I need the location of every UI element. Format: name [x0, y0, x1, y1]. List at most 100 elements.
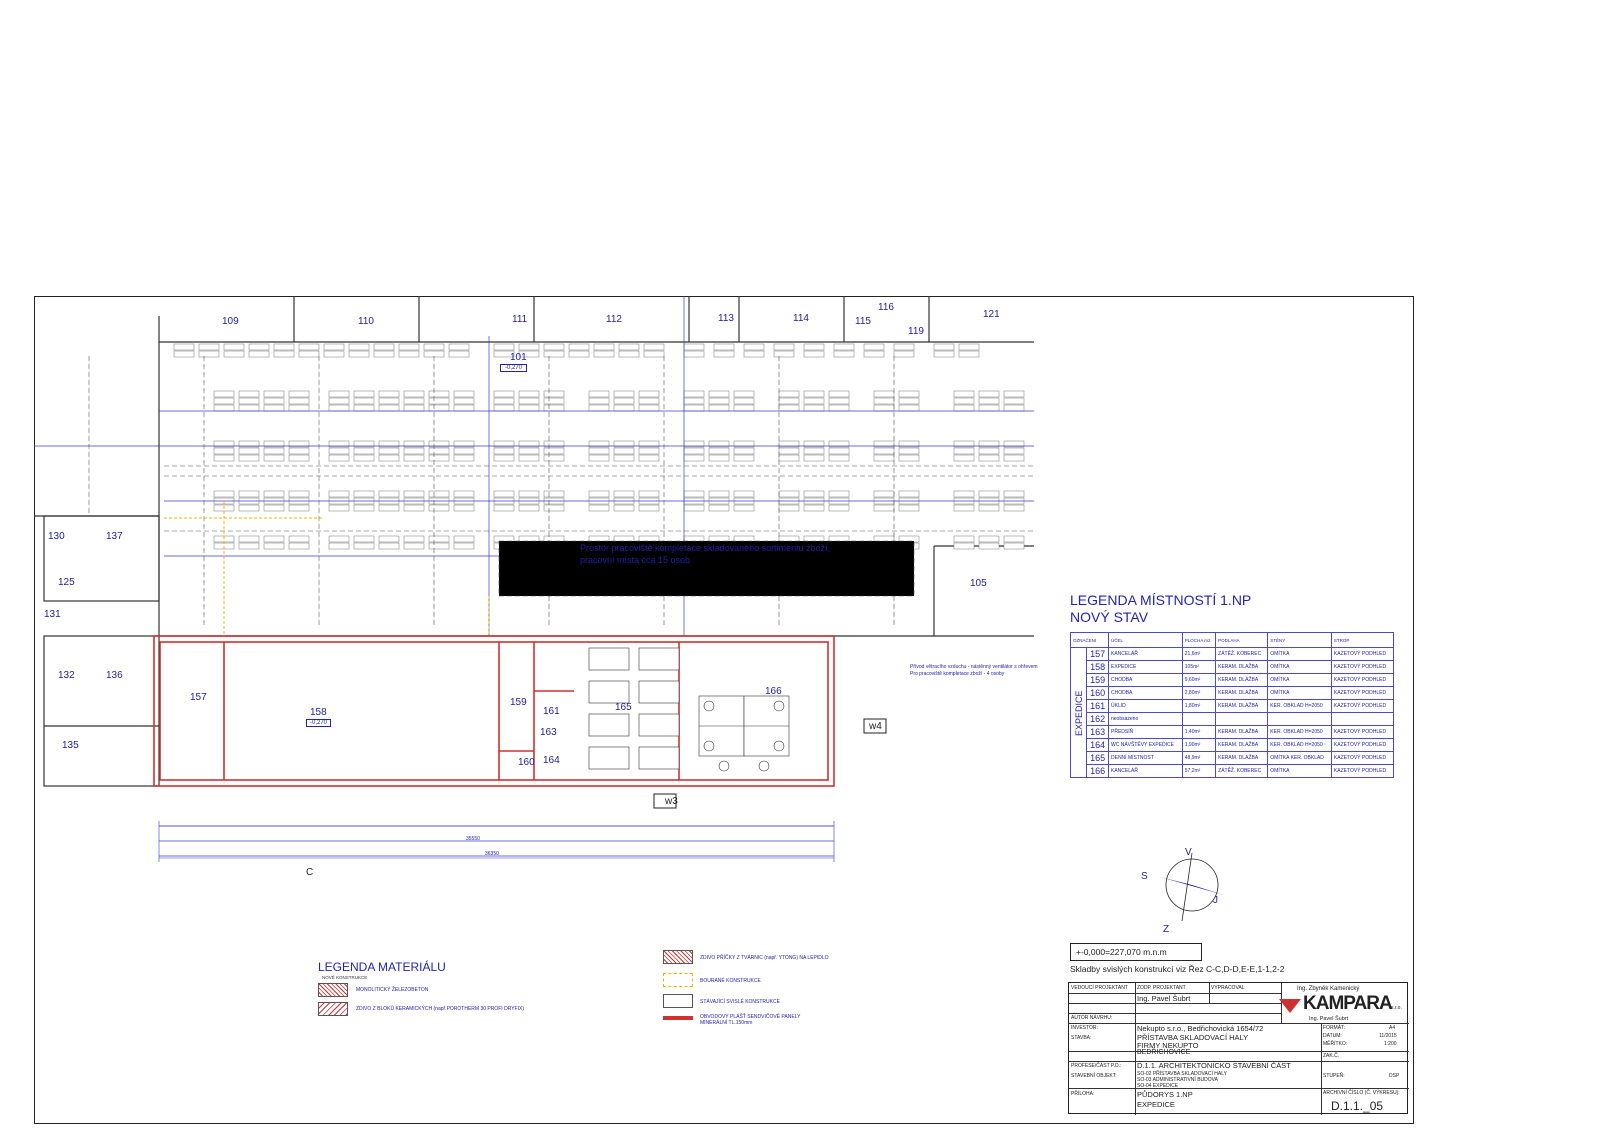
rack-slot [543, 350, 565, 358]
swatch-existing [663, 994, 693, 1008]
material-legend-title: LEGENDA MATERIÁLU [318, 960, 446, 974]
room-legend-ceiling: KAZETOVÝ PODHLED [1330, 738, 1395, 752]
rack-slot [428, 404, 450, 412]
tb-investor-label: INVESTOR: [1071, 1025, 1098, 1031]
room-legend-num: 164 [1086, 738, 1109, 752]
rack-slot [288, 490, 310, 498]
rack-slot [328, 397, 350, 405]
material-label: BOURANÉ KONSTRUKCE [700, 978, 761, 984]
rack-slot [263, 404, 285, 412]
rack-slot [288, 535, 310, 543]
rack-slot [378, 542, 400, 550]
rack-slot [518, 447, 540, 455]
tb-company: KAMPARA [1303, 993, 1393, 1014]
rack-slot [683, 447, 705, 455]
rack-slot [873, 490, 895, 498]
rack-slot [708, 397, 730, 405]
rack-slot [733, 397, 755, 405]
room-legend-use: KANCELÁŘ [1108, 647, 1183, 661]
room-label: 157 [190, 692, 207, 703]
rack-slot [638, 447, 660, 455]
room-legend-floor [1215, 712, 1269, 726]
rack-slot [958, 343, 980, 351]
room-legend-ceiling: KAZETOVÝ PODHLED [1330, 751, 1395, 765]
swatch-demolished [663, 973, 693, 987]
rack-slot [428, 454, 450, 462]
room-legend-use: DENNÍ MÍSTNOST [1108, 751, 1183, 765]
level-101: -0,270 [500, 364, 528, 372]
rack-slot [898, 447, 920, 455]
material-label: STÁVAJÍCÍ SVISLÉ KONSTRUKCE [700, 999, 780, 1005]
rack-slot [828, 390, 850, 398]
rack-slot [708, 504, 730, 512]
rack-slot [298, 350, 320, 358]
rack-slot [213, 454, 235, 462]
rack-slot [733, 404, 755, 412]
room-legend-row: 165 DENNÍ MÍSTNOST 48,9m² KERAM. DLAŽBA OMÍT… [1071, 751, 1395, 765]
room-legend-title-1: LEGENDA MÍSTNOSTÍ 1.NP [1070, 592, 1252, 608]
rack-slot [638, 404, 660, 412]
room-legend-walls: OMÍTKA [1267, 686, 1332, 700]
rack-slot [198, 343, 220, 351]
rack-slot [403, 390, 425, 398]
rack-slot [453, 404, 475, 412]
tb-date: 11/2015 [1379, 1033, 1397, 1039]
room-legend-ceiling: KAZETOVÝ PODHLED [1330, 764, 1395, 778]
rack-slot [493, 447, 515, 455]
rack-slot [453, 542, 475, 550]
room-legend-use: CHODBA [1108, 686, 1183, 700]
room-legend-num: 160 [1086, 686, 1109, 700]
room-legend-row: 161 ÚKLID 1,80m² KERAM. DLAŽBA KER. OBKLAD H… [1071, 699, 1395, 713]
rack-slot [213, 397, 235, 405]
room-label: 158 [310, 707, 327, 718]
rack-slot [353, 490, 375, 498]
rack-slot [378, 490, 400, 498]
rack-slot [778, 397, 800, 405]
rack-slot [403, 490, 425, 498]
tb-scale-label: MĚŘÍTKO: [1323, 1041, 1348, 1047]
room-label: 115 [855, 316, 871, 327]
room-legend-area: 48,9m² [1181, 751, 1217, 765]
workspace-note: pracovní místa cca 15 osob [580, 555, 691, 565]
room-legend-walls: KER. OBKLAD H=2050 [1267, 725, 1332, 739]
rack-slot [778, 404, 800, 412]
rack-slot [743, 350, 765, 358]
rack-slot [323, 350, 345, 358]
rack-slot [238, 397, 260, 405]
rack-slot [378, 454, 400, 462]
room-label: 159 [510, 697, 527, 708]
rack-slot [708, 454, 730, 462]
rack-slot [543, 447, 565, 455]
rack-slot [1003, 504, 1025, 512]
rack-slot [828, 404, 850, 412]
rack-slot [213, 390, 235, 398]
vent-note: Pro pracoviště kompletace zboží - 4 osob… [910, 671, 1005, 677]
rack-slot [638, 397, 660, 405]
room-label: 160 [518, 757, 535, 768]
rack-slot [428, 490, 450, 498]
rack-slot [493, 404, 515, 412]
th-walls: STĚNY [1267, 632, 1332, 648]
room-legend-ceiling: KAZETOVÝ PODHLED [1330, 686, 1395, 700]
dim-sub: 35550 [466, 836, 480, 842]
rack-slot [238, 454, 260, 462]
rack-slot [593, 350, 615, 358]
room-label: 105 [970, 578, 987, 589]
rack-slot [223, 350, 245, 358]
th-ceiling: STROP [1330, 632, 1395, 648]
rack-slot [428, 447, 450, 455]
room-legend-floor: KERAM. DLAŽBA [1215, 673, 1269, 687]
room-label: 161 [543, 706, 560, 717]
rack-slot [518, 404, 540, 412]
rack-slot [593, 343, 615, 351]
level-158: -0,270 [306, 719, 332, 727]
rack-slot [323, 343, 345, 351]
rack-slot [898, 504, 920, 512]
rack-slot [263, 397, 285, 405]
room-legend-floor: KERAM. DLAŽBA [1215, 660, 1269, 674]
material-label: OBVODOVÝ PLÁŠŤ SENDVIČOVÉ PANELY MINERÁL… [700, 1014, 801, 1026]
room-legend-num: 161 [1086, 699, 1109, 713]
rack-slot [453, 397, 475, 405]
rack-slot [423, 343, 445, 351]
material-label: ZDIVO PŘÍČKY Z TVÁRNIC (např. YTONG) NA … [700, 955, 829, 961]
